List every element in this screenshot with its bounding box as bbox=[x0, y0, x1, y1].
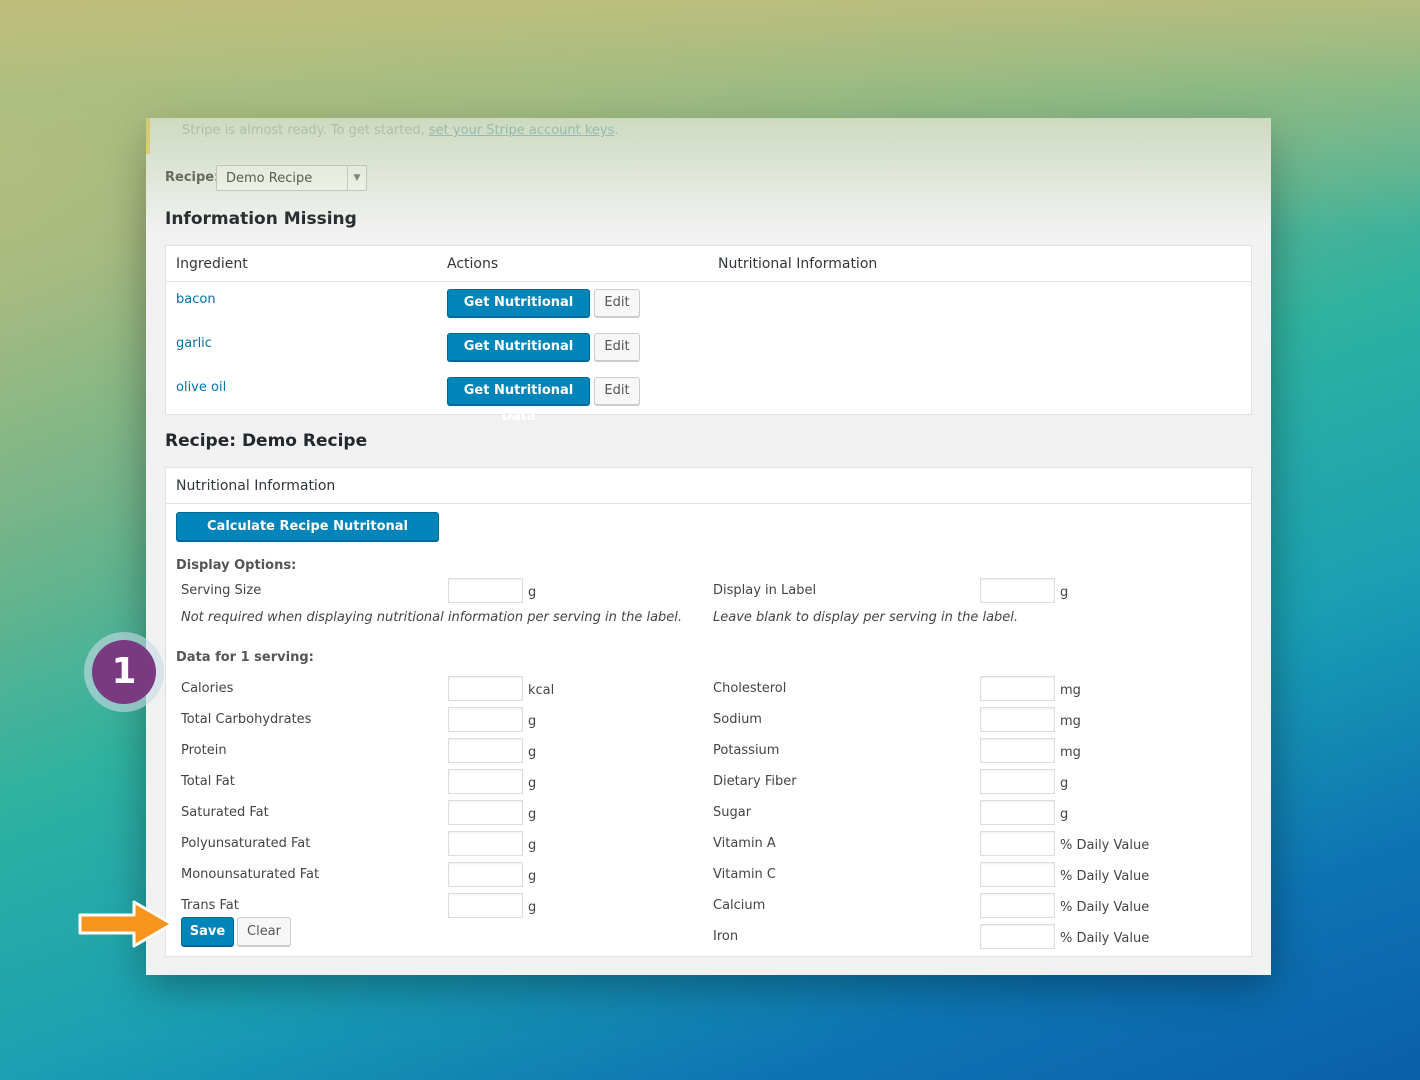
field-label: Iron bbox=[713, 929, 739, 944]
header-nutritional-info: Nutritional Information bbox=[718, 256, 878, 272]
serving-size-label: Serving Size bbox=[181, 583, 262, 598]
field-label: Calories bbox=[181, 681, 234, 696]
field-unit: g bbox=[528, 714, 537, 729]
display-in-label-unit: g bbox=[1060, 585, 1069, 600]
field-label: Saturated Fat bbox=[181, 805, 269, 820]
edit-button[interactable]: Edit bbox=[594, 377, 640, 405]
field-unit: g bbox=[1060, 807, 1069, 822]
display-in-label-hint: Leave blank to display per serving in th… bbox=[713, 610, 1019, 625]
field-input[interactable] bbox=[980, 862, 1055, 887]
field-unit: g bbox=[528, 745, 537, 760]
field-label: Total Fat bbox=[181, 774, 235, 789]
display-in-label-input[interactable] bbox=[980, 578, 1055, 603]
get-nutritional-data-button[interactable]: Get Nutritional Data bbox=[447, 377, 590, 424]
field-input[interactable] bbox=[448, 893, 523, 918]
stripe-notice: Stripe is almost ready. To get started, … bbox=[146, 118, 1287, 154]
field-input[interactable] bbox=[980, 769, 1055, 794]
recipe-select-label: Recipe: bbox=[165, 170, 220, 185]
field-label: Vitamin A bbox=[713, 836, 776, 851]
field-label: Polyunsaturated Fat bbox=[181, 836, 311, 851]
field-unit: kcal bbox=[528, 683, 555, 698]
field-label: Dietary Fiber bbox=[713, 774, 797, 789]
edit-button[interactable]: Edit bbox=[594, 333, 640, 361]
stripe-keys-link[interactable]: set your Stripe account keys bbox=[429, 123, 615, 138]
serving-size-unit: g bbox=[528, 585, 537, 600]
missing-table: Ingredient Actions Nutritional Informati… bbox=[165, 245, 1252, 424]
field-input[interactable] bbox=[448, 800, 523, 825]
get-nutritional-data-button[interactable]: Get Nutritional Data bbox=[447, 289, 590, 336]
clear-button[interactable]: Clear bbox=[237, 917, 291, 946]
field-label: Total Carbohydrates bbox=[181, 712, 312, 727]
serving-size-input[interactable] bbox=[448, 578, 523, 603]
field-input[interactable] bbox=[980, 707, 1055, 732]
field-label: Monounsaturated Fat bbox=[181, 867, 320, 882]
divider bbox=[166, 503, 1251, 504]
field-unit: mg bbox=[1060, 745, 1081, 760]
notice-end: . bbox=[614, 123, 619, 138]
field-unit: mg bbox=[1060, 714, 1081, 729]
field-unit: g bbox=[1060, 776, 1069, 791]
header-ingredient: Ingredient bbox=[176, 256, 248, 272]
notice-text: Stripe is almost ready. To get started, bbox=[182, 123, 429, 138]
field-input[interactable] bbox=[448, 769, 523, 794]
display-options-label: Display Options: bbox=[176, 558, 297, 573]
header-actions: Actions bbox=[447, 256, 499, 272]
field-input[interactable] bbox=[980, 893, 1055, 918]
field-input[interactable] bbox=[448, 676, 523, 701]
field-unit: % Daily Value bbox=[1060, 838, 1150, 853]
field-label: Trans Fat bbox=[181, 898, 239, 913]
field-unit: g bbox=[528, 869, 537, 884]
field-unit: % Daily Value bbox=[1060, 900, 1150, 915]
recipe-title: Recipe: Demo Recipe bbox=[165, 431, 368, 451]
field-label: Sugar bbox=[713, 805, 752, 820]
field-label: Calcium bbox=[713, 898, 766, 913]
field-unit: g bbox=[528, 807, 537, 822]
field-unit: mg bbox=[1060, 683, 1081, 698]
step-number: 1 bbox=[92, 640, 156, 704]
field-input[interactable] bbox=[448, 862, 523, 887]
step-badge: 1 bbox=[84, 632, 164, 712]
arrow-right-icon bbox=[78, 900, 174, 948]
field-input[interactable] bbox=[980, 738, 1055, 763]
field-unit: % Daily Value bbox=[1060, 931, 1150, 946]
serving-size-hint: Not required when displaying nutritional… bbox=[181, 610, 683, 625]
data-for-serving-label: Data for 1 serving: bbox=[176, 650, 314, 665]
field-label: Cholesterol bbox=[713, 681, 787, 696]
recipe-select-value: Demo Recipe bbox=[226, 171, 313, 186]
field-input[interactable] bbox=[980, 831, 1055, 856]
field-input[interactable] bbox=[448, 831, 523, 856]
field-unit: g bbox=[528, 776, 537, 791]
field-input[interactable] bbox=[448, 738, 523, 763]
admin-panel: Stripe is almost ready. To get started, … bbox=[146, 118, 1271, 975]
ingredient-link-olive-oil[interactable]: olive oil bbox=[176, 380, 226, 395]
field-unit: % Daily Value bbox=[1060, 869, 1150, 884]
ingredient-link-garlic[interactable]: garlic bbox=[176, 336, 212, 351]
nutrition-card: Nutritional Information Calculate Recipe… bbox=[165, 467, 1252, 957]
edit-button[interactable]: Edit bbox=[594, 289, 640, 317]
field-label: Sodium bbox=[713, 712, 762, 727]
divider bbox=[166, 281, 1251, 282]
field-input[interactable] bbox=[980, 800, 1055, 825]
display-in-label-label: Display in Label bbox=[713, 583, 817, 598]
field-input[interactable] bbox=[980, 924, 1055, 949]
field-label: Vitamin C bbox=[713, 867, 777, 882]
field-unit: g bbox=[528, 900, 537, 915]
field-input[interactable] bbox=[980, 676, 1055, 701]
get-nutritional-data-button[interactable]: Get Nutritional Data bbox=[447, 333, 590, 380]
missing-title: Information Missing bbox=[165, 209, 357, 229]
field-label: Protein bbox=[181, 743, 227, 758]
card-header: Nutritional Information bbox=[176, 478, 336, 494]
ingredient-link-bacon[interactable]: bacon bbox=[176, 292, 216, 307]
recipe-select[interactable]: Demo Recipe ▼ bbox=[216, 165, 367, 191]
field-input[interactable] bbox=[448, 707, 523, 732]
save-button[interactable]: Save bbox=[181, 917, 234, 946]
field-unit: g bbox=[528, 838, 537, 853]
chevron-down-icon: ▼ bbox=[347, 166, 366, 190]
calculate-button[interactable]: Calculate Recipe Nutritonal Information bbox=[176, 512, 439, 561]
field-label: Potassium bbox=[713, 743, 780, 758]
